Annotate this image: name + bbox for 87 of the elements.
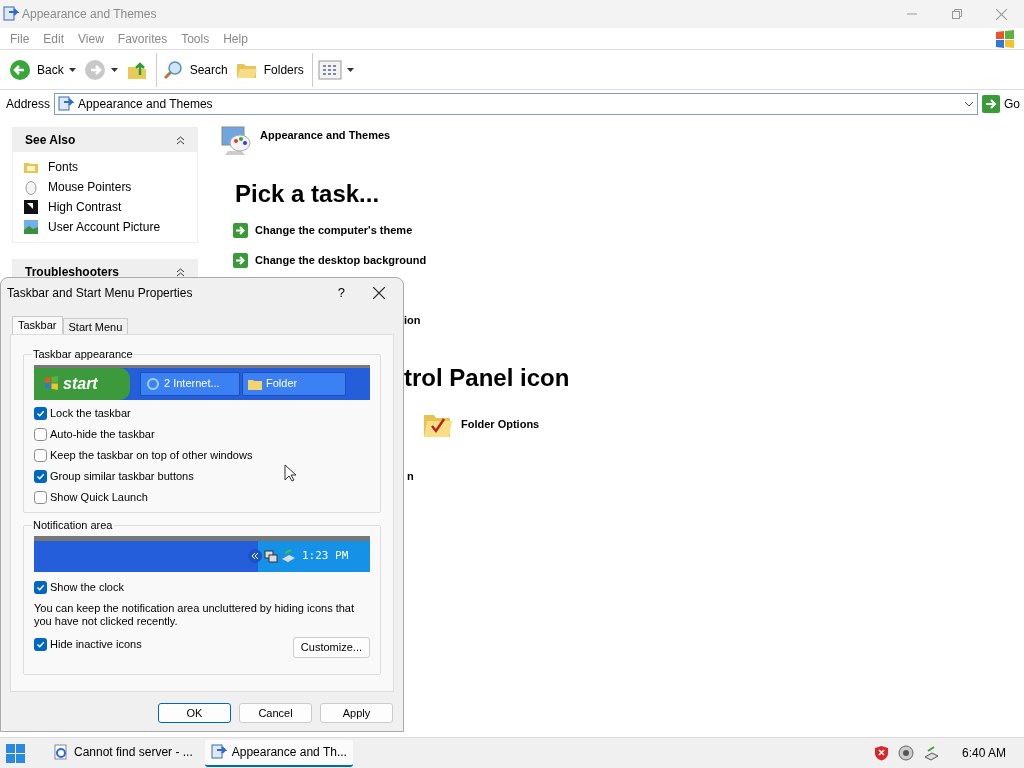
start-icon[interactable] [6, 743, 25, 763]
windows-logo-icon [994, 28, 1016, 49]
dialog-button[interactable]: OK [158, 703, 231, 723]
picture-icon [23, 219, 39, 235]
speaker-icon [897, 745, 914, 761]
preview-clock: 1:23 PM [302, 547, 349, 564]
checkbox[interactable] [34, 580, 47, 594]
customize-button[interactable]: Customize... [292, 636, 370, 658]
checkbox-label: Hide inactive icons [50, 636, 142, 652]
menu-item[interactable]: File [3, 29, 37, 48]
dropdown-icon[interactable] [964, 101, 974, 107]
network-icon [922, 745, 939, 761]
back-button[interactable]: Back [9, 58, 64, 81]
page-heading: Pick a task... [235, 179, 381, 209]
checkbox[interactable] [34, 406, 47, 420]
arrow-icon [233, 222, 248, 238]
sidebar-link[interactable]: User Account Picture [23, 217, 187, 237]
task-link[interactable]: n [407, 470, 414, 482]
views-icon [317, 59, 342, 80]
notification-description: You can keep the notification area uncluttered by hiding icons that you have not clicked recently. [34, 601, 356, 628]
contrast-icon [23, 199, 39, 215]
checkbox-label: Show the clock [50, 579, 124, 595]
checkbox[interactable] [34, 469, 47, 483]
arrow-icon [233, 252, 248, 268]
folders-button[interactable]: Folders [235, 59, 304, 80]
search-button[interactable]: Search [161, 58, 228, 81]
sidebar-link[interactable]: High Contrast [23, 197, 187, 217]
dialog-button[interactable]: Cancel [239, 703, 312, 723]
windows-logo-icon [44, 376, 59, 391]
checkbox-label: Keep the taskbar on top of other windows [50, 447, 253, 463]
window-title: Appearance and Themes [22, 6, 157, 23]
taskbar-button[interactable]: Appearance and Th... [204, 739, 353, 767]
mouse-cursor-icon [284, 464, 298, 482]
taskbar-button[interactable]: Cannot find server - ... [47, 739, 199, 767]
group-title: Taskbar appearance [32, 347, 134, 362]
close-icon[interactable] [373, 287, 385, 299]
network-icon [264, 549, 278, 563]
control-panel-icon [58, 96, 75, 112]
control-panel-icon [210, 744, 227, 760]
document-icon [53, 744, 69, 760]
menu-item[interactable]: View [71, 29, 111, 48]
group-title: Notification area [32, 518, 114, 533]
checkbox[interactable] [34, 448, 47, 462]
address-label: Address [6, 96, 51, 113]
panel-title: See Also [25, 132, 76, 149]
sidebar-link[interactable]: Fonts [23, 157, 187, 177]
device-icon [280, 549, 296, 563]
checkbox-label: Lock the taskbar [50, 405, 131, 421]
control-panel-icon [3, 6, 19, 22]
shield-icon [873, 745, 889, 761]
clock: 6:40 AM [961, 745, 1006, 762]
section-heading: trol Panel icon [404, 363, 570, 393]
caret-icon[interactable] [68, 67, 76, 72]
sidebar-link[interactable]: Mouse Pointers [23, 177, 187, 197]
go-button[interactable]: Go [982, 95, 1020, 113]
menu-item[interactable]: Tools [174, 29, 217, 48]
address-field[interactable]: Appearance and Themes [54, 93, 978, 115]
page-header: Appearance and Themes [260, 128, 391, 143]
caret-icon[interactable] [346, 67, 354, 72]
chevron-icon [251, 552, 259, 560]
panel-title: Troubleshooters [25, 264, 119, 281]
task-link[interactable]: Change the desktop background [233, 245, 1024, 275]
checkbox-label: Show Quick Launch [50, 489, 148, 505]
checkbox[interactable] [34, 427, 47, 441]
caret-icon[interactable] [110, 67, 118, 72]
menu-item[interactable]: Favorites [110, 29, 175, 48]
collapse-icon[interactable] [176, 135, 185, 145]
task-link[interactable]: Change the computer's theme [233, 215, 1024, 245]
help-button[interactable]: ? [337, 283, 345, 303]
menu-item[interactable]: Help [216, 29, 255, 48]
checkbox[interactable] [34, 637, 47, 651]
tab[interactable]: Start Menu [62, 318, 129, 334]
task-link[interactable]: ion [404, 311, 421, 329]
menu-item[interactable]: Edit [36, 29, 72, 48]
tab[interactable]: Taskbar [12, 316, 63, 334]
monitor-palette-icon [220, 125, 252, 157]
checkbox[interactable] [34, 490, 47, 504]
mouse-icon [23, 179, 39, 195]
control-panel-link[interactable]: Folder Options [422, 409, 1024, 439]
search-icon [161, 58, 184, 81]
folder-icon [248, 377, 262, 390]
globe-icon [146, 376, 160, 391]
collapse-icon[interactable] [176, 267, 185, 277]
checkbox-label: Auto-hide the taskbar [50, 426, 155, 442]
dialog-button[interactable]: Apply [320, 703, 393, 723]
checkbox-label: Group similar taskbar buttons [50, 468, 194, 484]
dialog-title: Taskbar and Start Menu Properties [7, 285, 193, 302]
